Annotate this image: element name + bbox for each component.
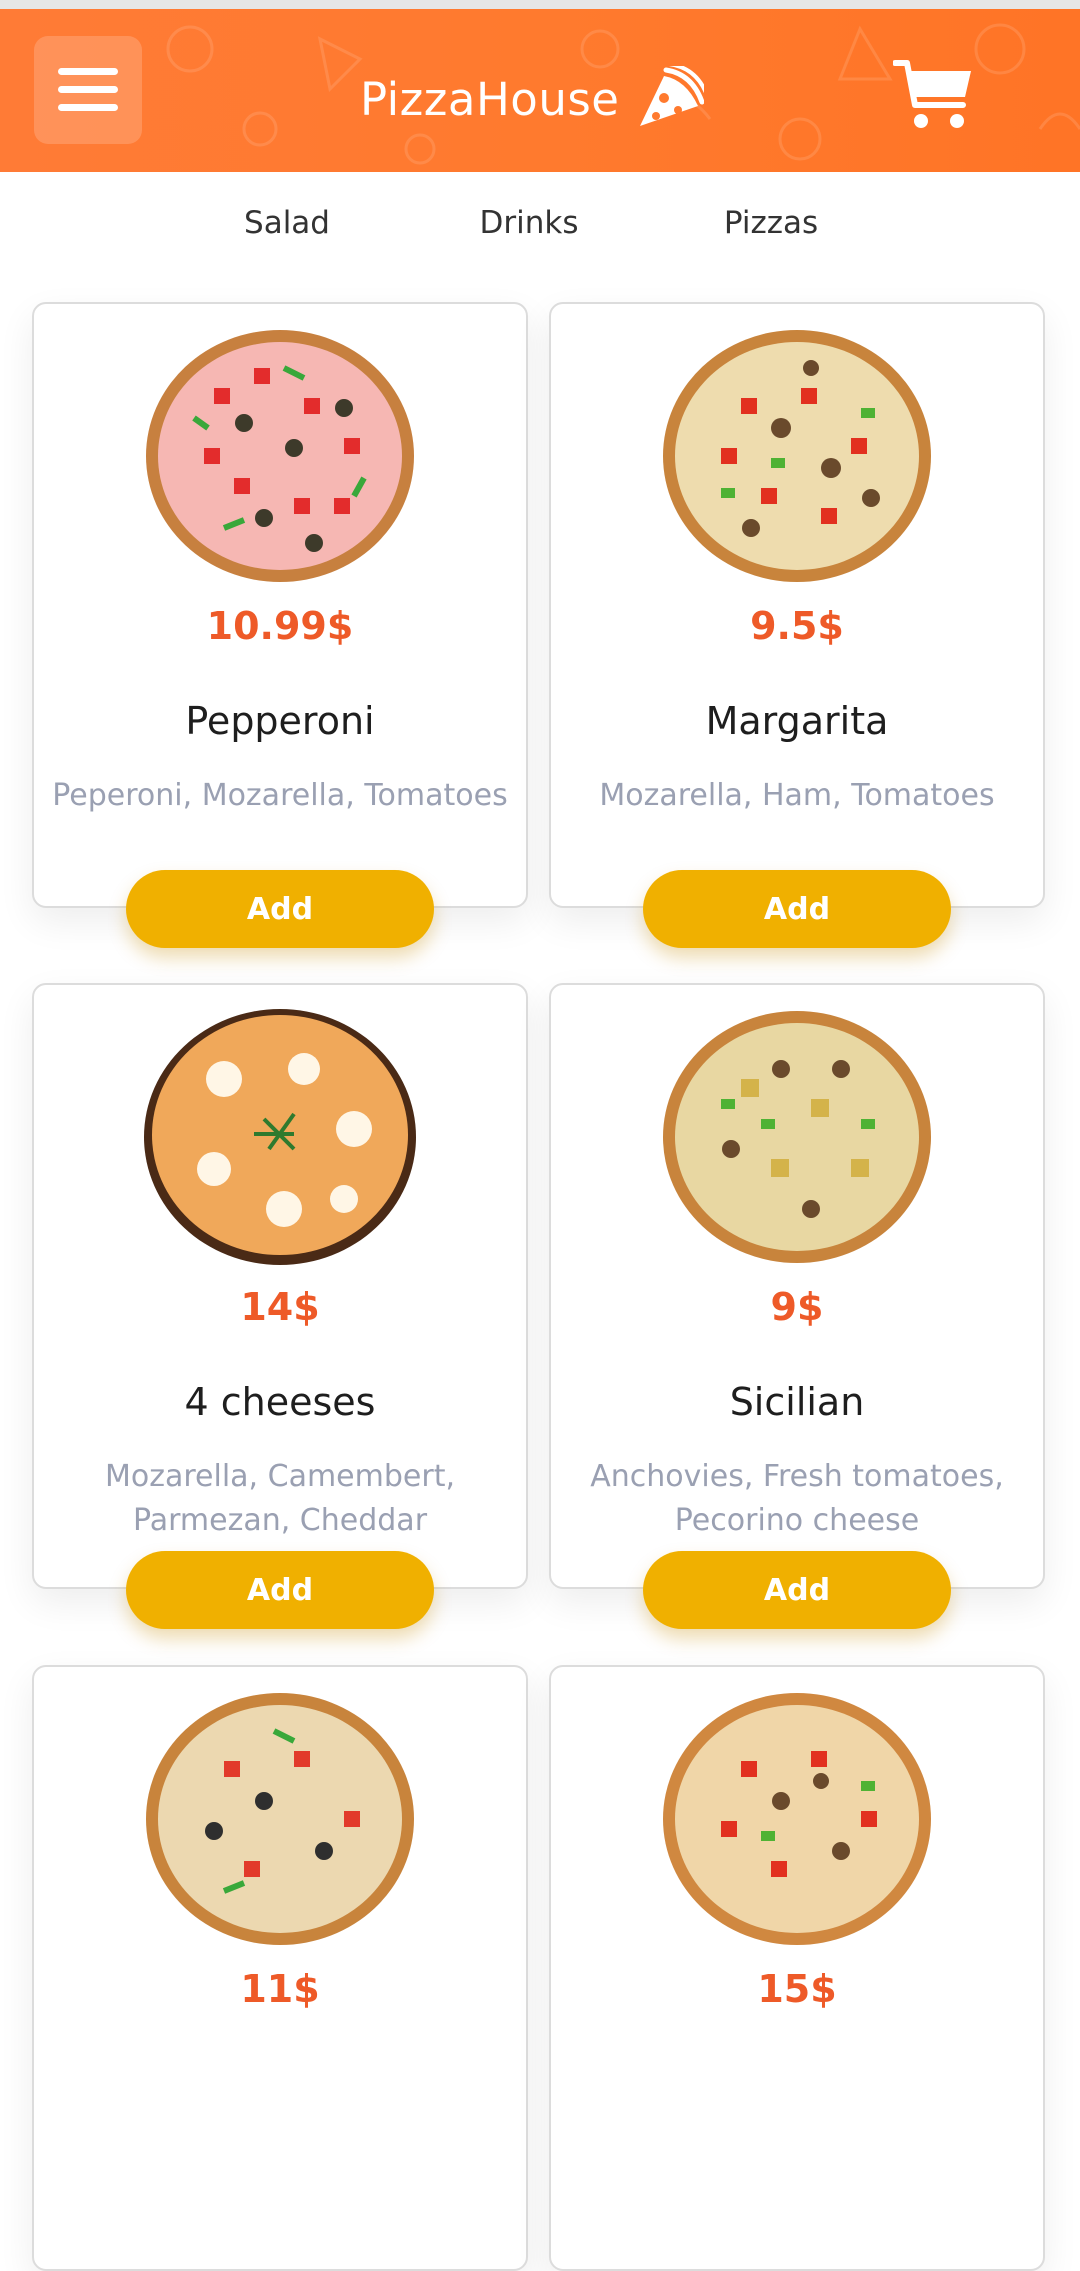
product-name: Margarita: [705, 699, 889, 743]
product-price: 10.99$: [206, 604, 354, 648]
product-card: 10.99$ Pepperoni Peperoni, Mozarella, To…: [32, 302, 528, 948]
add-button[interactable]: Add: [126, 1551, 434, 1629]
product-card: 9$ Sicilian Anchovies, Fresh tomatoes, P…: [549, 983, 1045, 1629]
pizza-image: [663, 1011, 931, 1263]
add-button[interactable]: Add: [643, 870, 951, 948]
product-name: Pepperoni: [185, 699, 375, 743]
product-card: 15$: [549, 1665, 1045, 2271]
product-grid: 10.99$ Pepperoni Peperoni, Mozarella, To…: [0, 0, 1080, 2271]
product-name: Sicilian: [729, 1380, 865, 1424]
product-price: 14$: [240, 1285, 320, 1329]
product-description: Mozarella, Camembert, Parmezan, Cheddar: [105, 1459, 455, 1538]
pizza-image: [663, 1693, 931, 1945]
pizza-image: [144, 1009, 416, 1265]
product-description: Anchovies, Fresh tomatoes, Pecorino chee…: [590, 1459, 1004, 1538]
pizza-image: [663, 330, 931, 582]
pizza-image: [146, 330, 414, 582]
product-price: 15$: [757, 1967, 837, 2011]
add-button[interactable]: Add: [643, 1551, 951, 1629]
product-card: 11$: [32, 1665, 528, 2271]
product-card: 9.5$ Margarita Mozarella, Ham, Tomatoes …: [549, 302, 1045, 948]
product-card: 14$ 4 cheeses Mozarella, Camembert, Parm…: [32, 983, 528, 1629]
add-button[interactable]: Add: [126, 870, 434, 948]
product-price: 9$: [770, 1285, 824, 1329]
pizza-image: [146, 1693, 414, 1945]
product-description: Mozarella, Ham, Tomatoes: [599, 778, 995, 813]
product-description: Peperoni, Mozarella, Tomatoes: [52, 778, 508, 813]
product-name: 4 cheeses: [184, 1380, 376, 1424]
product-price: 11$: [240, 1967, 320, 2011]
product-price: 9.5$: [750, 604, 844, 648]
